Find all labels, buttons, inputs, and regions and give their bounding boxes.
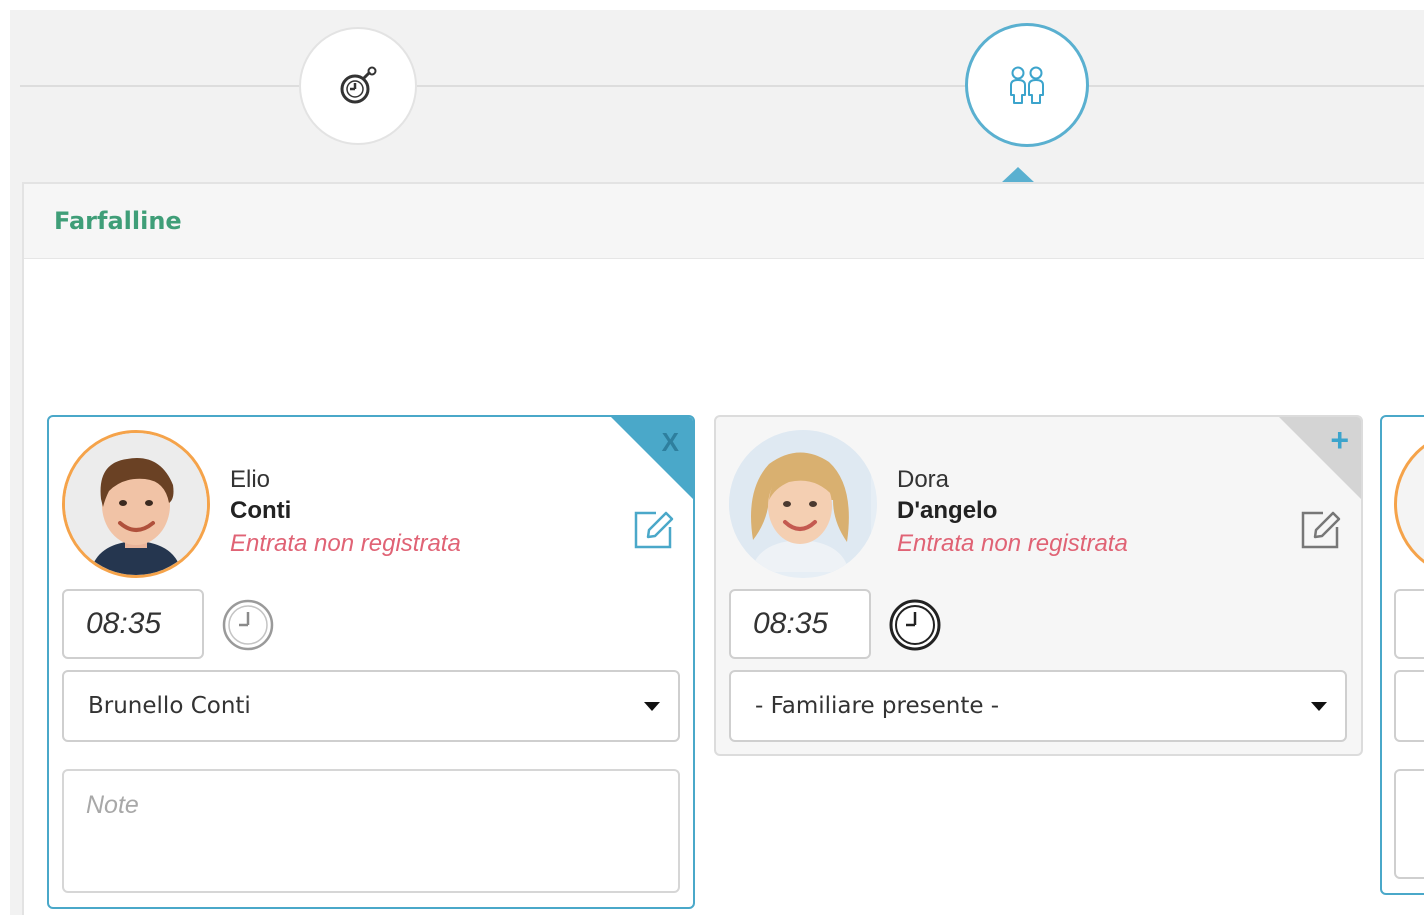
note-input-partial[interactable] <box>1394 769 1424 879</box>
first-name: Dora <box>897 466 950 493</box>
last-name: Conti <box>230 497 292 524</box>
time-input[interactable] <box>62 589 204 659</box>
stopwatch-icon <box>340 66 377 104</box>
stepper-line <box>20 85 1424 87</box>
relative-select-value: Brunello Conti <box>88 693 251 719</box>
relative-select-value: - Familiare presente - <box>755 693 1000 719</box>
child-card[interactable]: + Dora D'angelo Entrata non registrata 0… <box>714 415 1363 756</box>
relative-select[interactable]: Brunello Conti <box>62 670 680 742</box>
children-icon <box>1010 66 1044 104</box>
child-photo <box>65 433 207 575</box>
caret-down-icon <box>644 702 660 711</box>
relative-select[interactable]: - Familiare presente - <box>729 670 1347 742</box>
panel-header: Farfalline <box>24 184 1424 259</box>
edit-icon <box>634 511 674 549</box>
note-input[interactable] <box>62 769 680 893</box>
group-title: Farfalline <box>54 207 182 235</box>
deselect-button[interactable]: X <box>662 429 679 455</box>
last-name: D'angelo <box>897 497 998 524</box>
child-name-block: Elio Conti Entrata non registrata <box>230 465 461 561</box>
child-photo <box>729 430 871 572</box>
edit-button[interactable] <box>1297 507 1343 553</box>
child-card[interactable]: X Elio Conti Entrata non registrata 08:3… <box>47 415 695 909</box>
active-step-pointer <box>1001 167 1035 183</box>
clock-button[interactable] <box>888 598 942 652</box>
avatar <box>1394 430 1424 578</box>
child-card-partial[interactable] <box>1380 415 1424 895</box>
avatar <box>729 430 877 578</box>
entry-status: Entrata non registrata <box>230 530 461 557</box>
edit-icon <box>1301 511 1341 549</box>
caret-down-icon <box>1311 702 1327 711</box>
clock-button[interactable] <box>221 598 275 652</box>
edit-button[interactable] <box>630 507 676 553</box>
select-button[interactable]: + <box>1330 424 1349 456</box>
clock-icon <box>222 599 274 651</box>
card-corner <box>611 417 693 499</box>
clock-icon <box>889 599 941 651</box>
time-input[interactable] <box>729 589 871 659</box>
step-checkin-button[interactable] <box>299 27 417 145</box>
relative-select-partial[interactable] <box>1394 670 1424 742</box>
avatar <box>62 430 210 578</box>
child-name-block: Dora D'angelo Entrata non registrata <box>897 465 1128 561</box>
time-input-partial[interactable] <box>1394 589 1424 659</box>
step-children-button[interactable] <box>965 23 1089 147</box>
first-name: Elio <box>230 466 271 493</box>
entry-status: Entrata non registrata <box>897 530 1128 557</box>
attendance-app: Farfalline X Elio Conti Entrata non regi… <box>10 10 1424 915</box>
